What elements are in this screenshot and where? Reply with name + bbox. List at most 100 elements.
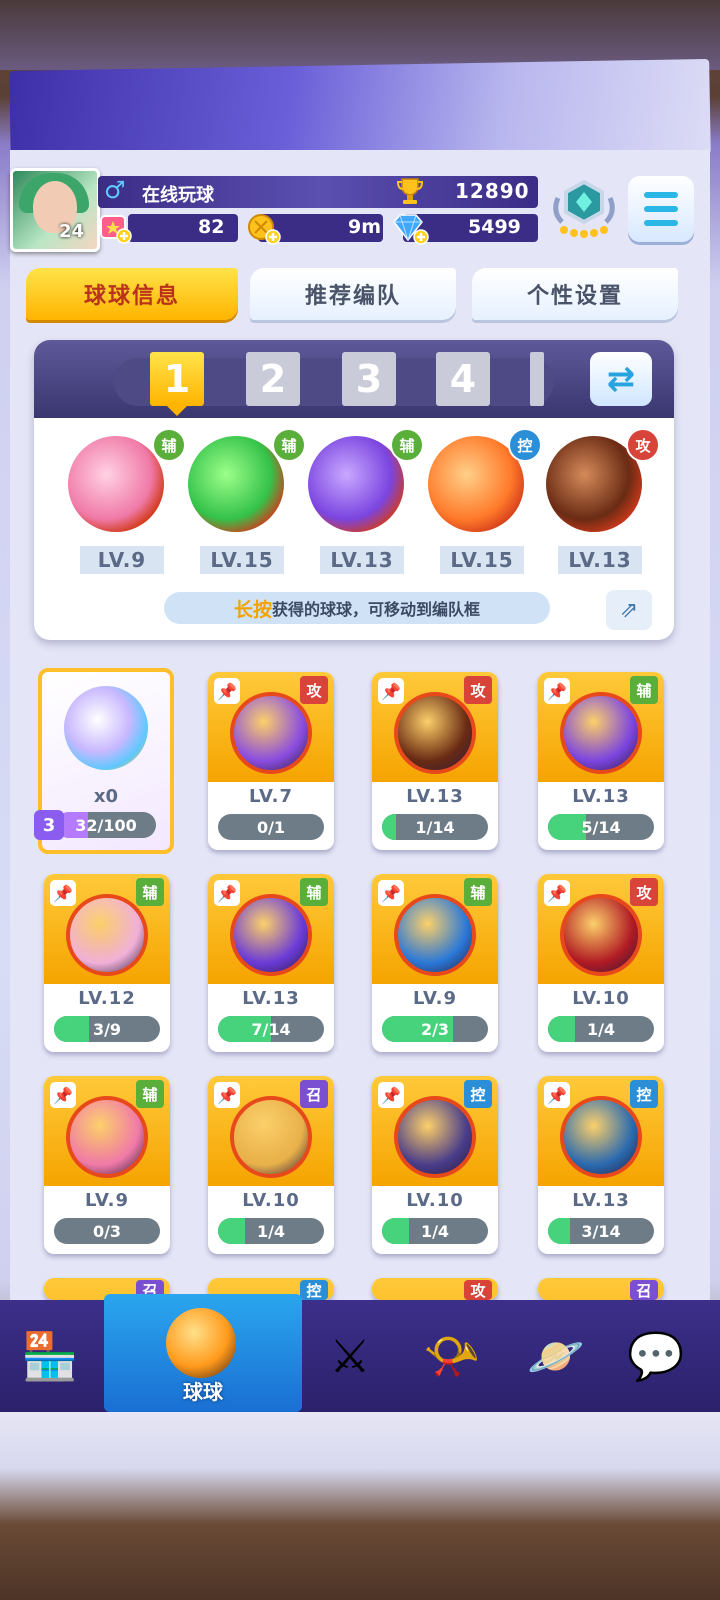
team-ball-2-level: LV.15 — [200, 546, 284, 574]
nav-planet[interactable]: 🪐 — [506, 1300, 606, 1412]
special-progress-bar: 32/100 — [56, 812, 156, 838]
card-progress-bar: 3/9 — [54, 1016, 160, 1042]
card-ball-icon — [66, 1096, 148, 1178]
card-progress-bar: 1/4 — [382, 1218, 488, 1244]
ball-card[interactable]: 📌 攻 LV.13 1/14 — [372, 672, 498, 850]
trophy-value: 12890 — [455, 179, 530, 203]
tab-recommended-team[interactable]: 推荐编队 — [250, 268, 456, 320]
card-type-badge: 攻 — [464, 1280, 492, 1300]
ball-card[interactable]: 📌 辅 LV.13 5/14 — [538, 672, 664, 850]
card-ball-icon — [394, 1096, 476, 1178]
card-progress-text: 0/1 — [256, 817, 286, 837]
player-name: 在线玩球 — [142, 185, 214, 206]
ball-card[interactable]: 📌 攻 LV.10 1/4 — [538, 874, 664, 1052]
pin-icon[interactable]: 📌 — [50, 880, 76, 906]
team-slot-5-partial[interactable] — [530, 352, 544, 406]
card-ball-icon — [230, 692, 312, 774]
ball-card[interactable]: 📌 攻 LV.7 0/1 — [208, 672, 334, 850]
card-ball-icon — [394, 894, 476, 976]
pin-icon[interactable]: 📌 — [544, 1082, 570, 1108]
team-slot-2[interactable]: 2 — [246, 352, 300, 406]
team-ball-2-type: 辅 — [272, 428, 306, 462]
pin-icon[interactable]: 📌 — [544, 880, 570, 906]
tab-ball-info[interactable]: 球球信息 — [26, 268, 238, 320]
pin-icon[interactable]: 📌 — [50, 1082, 76, 1108]
hint-text: 获得的球球，可移动到编队框 — [272, 600, 481, 619]
coin-plus-icon[interactable] — [246, 212, 282, 246]
team-slot-4[interactable]: 4 — [436, 352, 490, 406]
team-ball-4-type: 控 — [508, 428, 542, 462]
resource-b-value: 9m — [348, 216, 382, 238]
ball-card[interactable]: 📌 辅 LV.13 7/14 — [208, 874, 334, 1052]
pin-icon[interactable]: 📌 — [378, 1082, 404, 1108]
avatar[interactable]: 24 — [10, 168, 100, 252]
trophy-icon — [396, 178, 424, 204]
pin-icon[interactable]: 📌 — [214, 880, 240, 906]
card-progress-bar: 1/4 — [218, 1218, 324, 1244]
menu-line — [644, 206, 678, 212]
nav-battle[interactable]: ⚔ — [300, 1300, 400, 1412]
tab-personal-settings[interactable]: 个性设置 — [472, 268, 678, 320]
special-ball-card[interactable]: x0 32/100 3 — [34, 668, 174, 854]
desk-background — [0, 0, 720, 70]
pin-icon[interactable]: 📌 — [544, 678, 570, 704]
card-level: LV.10 — [406, 1190, 464, 1211]
pin-icon[interactable]: 📌 — [378, 880, 404, 906]
team-ball-5-type: 攻 — [626, 428, 660, 462]
card-type-badge: 召 — [630, 1280, 658, 1300]
menu-button[interactable] — [628, 176, 694, 242]
card-ball-icon — [560, 1096, 642, 1178]
card-level: LV.9 — [413, 988, 457, 1009]
ball-card[interactable]: 📌 辅 LV.9 0/3 — [44, 1076, 170, 1254]
team-ball-2[interactable] — [188, 436, 284, 532]
card-type-badge: 控 — [464, 1080, 492, 1108]
ball-card[interactable]: 📌 控 LV.13 3/14 — [538, 1076, 664, 1254]
team-ball-3-type: 辅 — [390, 428, 424, 462]
ball-card[interactable]: 📌 辅 LV.12 3/9 — [44, 874, 170, 1052]
ball-card[interactable]: 📌 控 LV.10 1/4 — [372, 1076, 498, 1254]
ball-card[interactable]: 📌 辅 LV.9 2/3 — [372, 874, 498, 1052]
card-progress-text: 7/14 — [251, 1019, 291, 1039]
team-slot-1[interactable]: 1 — [150, 352, 204, 406]
menu-line — [644, 220, 678, 226]
card-level: LV.13 — [406, 786, 464, 807]
ticket-plus-icon[interactable] — [98, 212, 132, 244]
menu-line — [644, 192, 678, 198]
pin-icon[interactable]: 📌 — [214, 1082, 240, 1108]
team-ball-1-level: LV.9 — [80, 546, 164, 574]
team-slot-3[interactable]: 3 — [342, 352, 396, 406]
nav-shop[interactable]: 🏪 — [0, 1300, 100, 1412]
ball-card-partial[interactable]: 召 — [538, 1278, 664, 1300]
card-progress-bar: 3/14 — [548, 1218, 654, 1244]
card-progress-bar: 1/4 — [548, 1016, 654, 1042]
team-ball-1[interactable] — [68, 436, 164, 532]
pin-icon[interactable]: 📌 — [378, 678, 404, 704]
nav-balls-label: 球球 — [183, 1380, 223, 1404]
ball-card-partial[interactable]: 攻 — [372, 1278, 498, 1300]
nav-balls[interactable]: 球球 — [104, 1294, 302, 1412]
card-progress-text: 3/14 — [581, 1221, 621, 1241]
card-progress-bar: 0/1 — [218, 814, 324, 840]
card-progress-text: 1/4 — [256, 1221, 286, 1241]
resource-bar: 82 9m 5499 — [98, 212, 538, 246]
nav-whistle[interactable]: 📯 — [402, 1300, 502, 1412]
team-ball-5-level: LV.13 — [558, 546, 642, 574]
resource-a-value: 82 — [198, 216, 225, 238]
ball-card[interactable]: 📌 召 LV.10 1/4 — [208, 1076, 334, 1254]
nav-chat[interactable]: 💬 — [606, 1300, 706, 1412]
long-press-hint: 长按 获得的球球，可移动到编队框 — [164, 592, 550, 624]
card-ball-icon — [560, 692, 642, 774]
pin-icon[interactable]: 📌 — [214, 678, 240, 704]
hint-emphasis: 长按 — [233, 598, 272, 621]
card-ball-icon — [230, 1096, 312, 1178]
whistle-icon: 📯 — [423, 1328, 481, 1383]
card-progress-text: 1/4 — [586, 1019, 616, 1039]
gem-plus-icon[interactable] — [390, 212, 430, 246]
team-ball-3[interactable] — [308, 436, 404, 532]
crossed-swords-icon: ⚔ — [329, 1329, 371, 1383]
rank-badge-icon[interactable] — [552, 178, 616, 240]
swap-button[interactable]: ⇄ — [590, 352, 652, 406]
share-icon[interactable]: ⇗ — [606, 590, 652, 630]
team-panel: 1 2 3 4 ⇄ 辅 LV.9 辅 LV.15 辅 LV.13 控 LV.15… — [34, 340, 674, 640]
gems-value: 5499 — [468, 216, 521, 238]
